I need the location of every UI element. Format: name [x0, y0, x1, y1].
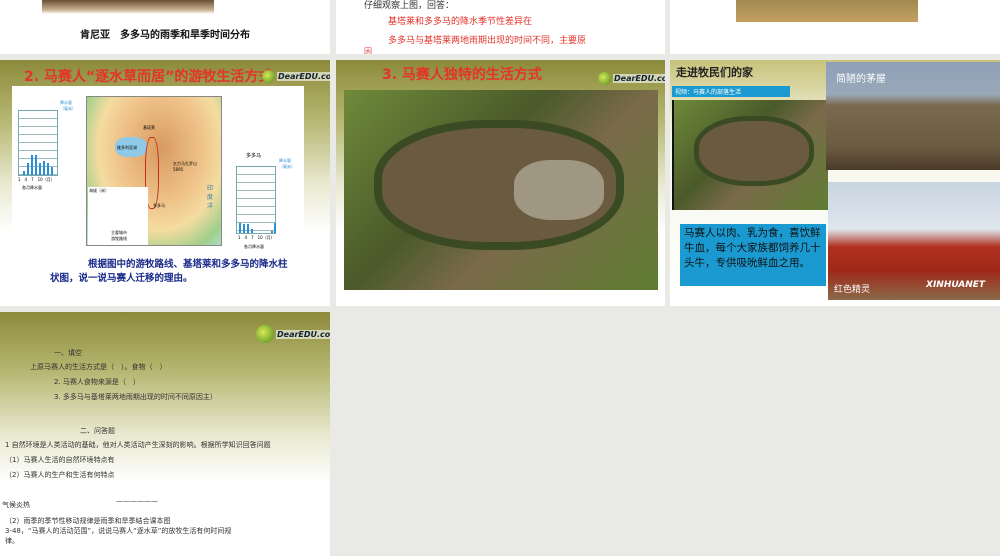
map-label: 基塔莱 [143, 125, 155, 130]
question-line: 3. 多多马与基塔莱两地雨期出现的时间不同原因主） [54, 393, 217, 401]
question-line: 2. 马赛人食物来源是（ ） [54, 378, 140, 386]
instruction-text: 仔细观察上图，回答： [364, 1, 455, 11]
section-heading: 一、填空 [54, 349, 82, 357]
people-caption: 红色精灵 [834, 285, 871, 295]
topographic-map: 基塔莱 维多利亚湖 乞力马扎罗山 5895 多多马 印度洋 海拔（米） 主要城市… [86, 96, 222, 246]
chart-months: 1 4 7 10（月） [18, 177, 55, 182]
answer-blank: —————— [116, 497, 158, 505]
rainfall-chart-dodoma [236, 166, 276, 234]
hut-caption: 简陋的茅屋 [836, 74, 886, 85]
slide-title: 走进牧民们的家 [676, 66, 753, 79]
slide-thumbnail-2[interactable]: 2. 马赛人“逐水草而居”的游牧生活方式 DearEDU.com 降水量（毫米）… [0, 60, 330, 306]
answer-line-3: 因 [364, 47, 372, 54]
map-label: 多多马 [153, 203, 165, 208]
slide-title: 3. 马赛人独特的生活方式 [382, 67, 542, 83]
map-legend: 海拔（米） 主要城市 游牧路线 [88, 187, 148, 245]
dearedu-logo: DearEDU.com [598, 70, 665, 86]
answer-text: 气候炎热 [2, 501, 30, 509]
landscape-image [42, 0, 214, 14]
slide-thumbnail-3[interactable]: 3. 马赛人独特的生活方式 DearEDU.com [336, 60, 665, 306]
question-line: 上原马赛人的生活方式是（ ）。食物（ ） [30, 363, 167, 371]
answer-line-2: 多多马与基塔莱两地雨期出现的时间不同，主要原 [388, 36, 587, 46]
map-label: 乞力马扎罗山 5895 [173, 161, 197, 172]
dearedu-logo: DearEDU.com [256, 325, 330, 343]
dearedu-logo: DearEDU.com [262, 68, 330, 84]
slide-thumbnail-top-right[interactable] [670, 0, 1000, 54]
question-line: 3-48，“马赛人的活动范围”，说说马赛人“逐水草”的放牧生活有何时间规 [5, 527, 232, 535]
savanna-image [736, 0, 918, 22]
chart-city: 多多马 [246, 153, 262, 159]
map-label: 印度洋 [207, 185, 214, 210]
xinhuanet-watermark: XINHUANET [926, 280, 986, 290]
question-line: 1 自然环境是人类活动的基础，他对人类活动产生深刻的影响。根据所学知识回答问题 [5, 441, 271, 449]
video-label[interactable]: 视频：马赛人的部落生活 [672, 86, 790, 97]
question-line: （1）马赛人生活的自然环境特点有 [5, 456, 115, 464]
question-line: 律。 [5, 537, 19, 545]
info-box: 马赛人以肉、乳为食，喜饮鲜牛血，每个大家族都饲养几十头牛，专供吸吮鲜血之用。 [680, 224, 826, 286]
answer-line-1: 基塔莱和多多马的降水季节性差异在 [388, 17, 533, 27]
slide-title: 2. 马赛人“逐水草而居”的游牧生活方式 [24, 69, 273, 85]
slide-thumbnail-4[interactable]: 走进牧民们的家 视频：马赛人的部落生活 简陋的茅屋 马赛人以肉、乳为食，喜饮鲜牛… [670, 60, 1000, 306]
chart-legend: 各月降水量 [244, 244, 264, 249]
chart-unit: 降水量（毫米） [279, 158, 295, 169]
section-heading: 二、问答题 [80, 427, 115, 435]
aerial-kraal-photo [344, 90, 658, 290]
rainfall-chart-kitale [18, 110, 58, 176]
chart-months: 1 4 7 10（月） [238, 235, 275, 240]
question-line: （2）马赛人的生产和生活有何特点 [5, 471, 115, 479]
slide-caption: 肯尼亚 多多马的雨季和旱季时间分布 [80, 30, 250, 41]
slide-thumbnail-5[interactable]: DearEDU.com 一、填空 上原马赛人的生活方式是（ ）。食物（ ） 2.… [0, 312, 330, 556]
chart-legend: 各月降水量 [22, 185, 42, 190]
kraal-video-thumbnail[interactable] [672, 100, 828, 210]
question-line: （2）雨季的季节性移动规律是雨季和旱季结合课本图 [5, 517, 171, 525]
question-text: 根据图中的游牧路线、基塔莱和多多马的降水柱状图，说一说马赛人迁移的理由。 [50, 259, 288, 284]
slide-thumbnail-top-left[interactable]: 肯尼亚 多多马的雨季和旱季时间分布 [0, 0, 330, 54]
chart-unit: 降水量（毫米） [60, 100, 76, 111]
map-label: 维多利亚湖 [117, 145, 137, 150]
slide-thumbnail-top-mid[interactable]: 仔细观察上图，回答： 基塔莱和多多马的降水季节性差异在 多多马与基塔莱两地雨期出… [336, 0, 665, 54]
